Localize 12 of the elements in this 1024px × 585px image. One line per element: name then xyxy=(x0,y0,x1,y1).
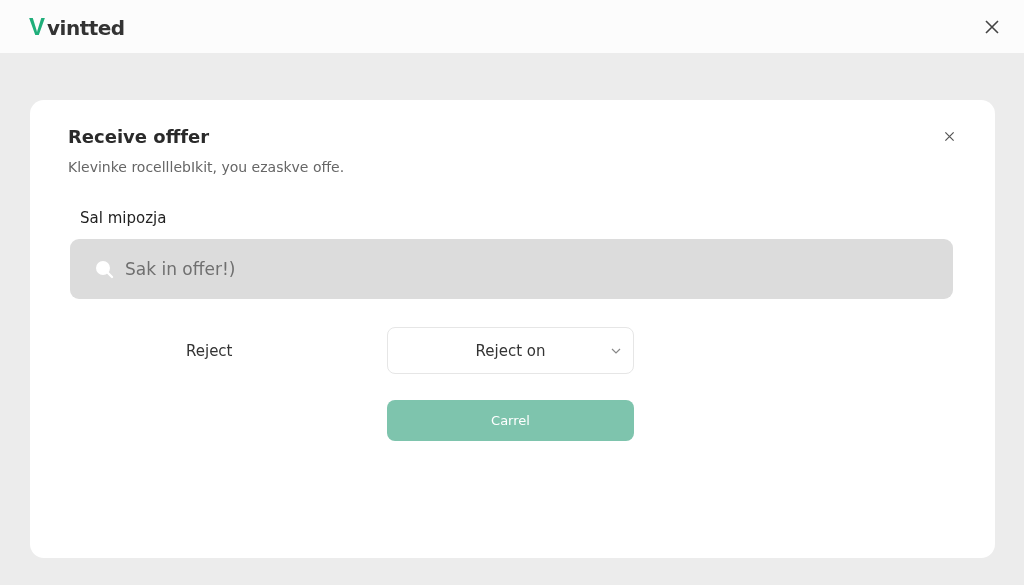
close-icon[interactable] xyxy=(944,131,955,142)
reject-label: Reject xyxy=(185,341,234,360)
dialog-title: Receive offfer xyxy=(68,126,210,147)
logo-text: vintted xyxy=(47,15,125,40)
dialog-subtitle: Klevinke rocelllebIkit, you ezaskve offe. xyxy=(68,159,346,175)
search-field[interactable]: Sak in offer!) xyxy=(70,239,953,299)
close-icon[interactable] xyxy=(984,18,1000,35)
reject-dropdown[interactable]: Reject on xyxy=(387,327,634,374)
search-icon xyxy=(94,259,114,279)
caret-icon xyxy=(611,347,621,354)
field-label: Sal mipozja xyxy=(80,209,168,227)
logo-mark: V xyxy=(29,12,45,41)
